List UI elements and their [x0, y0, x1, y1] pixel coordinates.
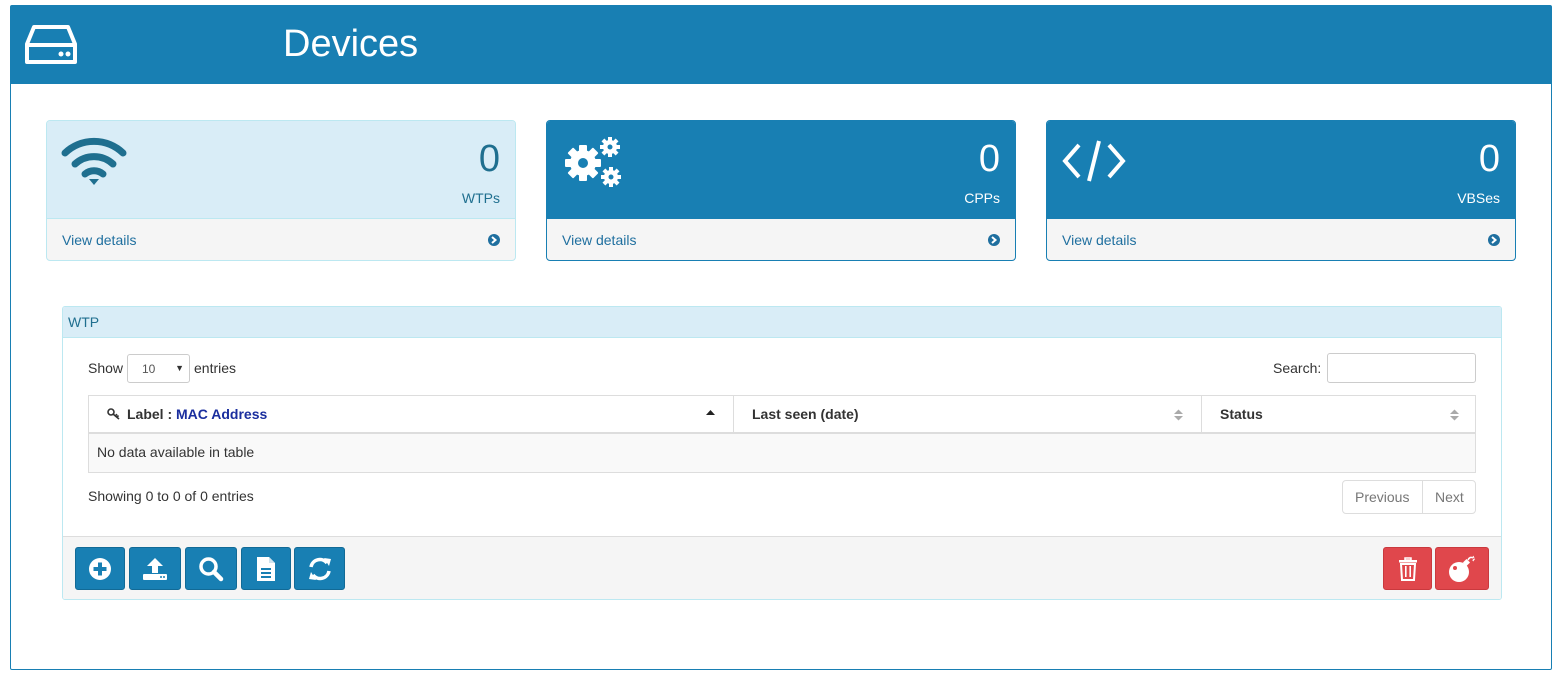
- entries-label: entries: [194, 360, 237, 376]
- upload-icon: [143, 557, 167, 580]
- page-header: Devices: [11, 6, 1551, 84]
- column-mac-text: MAC Address: [176, 406, 268, 422]
- vbses-view-details-link[interactable]: View details: [1062, 232, 1136, 248]
- cpps-label: CPPs: [964, 190, 1000, 206]
- wtps-card: 0 WTPs View details: [46, 120, 516, 261]
- vbses-count: 0: [1478, 138, 1500, 180]
- previous-page-button[interactable]: Previous: [1343, 481, 1423, 513]
- add-wtp-button[interactable]: [75, 547, 125, 590]
- entries-per-page-value: 10: [142, 362, 156, 376]
- sort-both-icon: [1450, 408, 1459, 421]
- wifi-icon: [61, 133, 127, 189]
- search-button[interactable]: [185, 547, 237, 590]
- plus-circle-icon: [89, 557, 111, 580]
- refresh-button[interactable]: [294, 547, 345, 590]
- arrow-circle-right-icon[interactable]: [1487, 233, 1501, 247]
- sort-asc-icon: [706, 408, 715, 420]
- arrow-circle-right-icon[interactable]: [487, 233, 501, 247]
- vbses-card: 0 VBSes View details: [1046, 120, 1516, 261]
- trash-icon: [1398, 556, 1417, 581]
- column-label-text: Label :: [127, 406, 177, 422]
- document-icon: [257, 556, 275, 581]
- wtps-view-details-link[interactable]: View details: [62, 232, 136, 248]
- wtp-table: Label : MAC Address Last seen (date) Sta…: [88, 395, 1476, 473]
- devices-window: Devices 0 WTPs View details 0 CPPs View …: [10, 5, 1552, 670]
- wtp-panel: WTP Show 10 ▼ entries Search: Label : MA…: [62, 306, 1502, 600]
- document-button[interactable]: [241, 547, 291, 590]
- upload-button[interactable]: [129, 547, 181, 590]
- column-label-mac[interactable]: Label : MAC Address: [89, 396, 734, 432]
- panel-toolbar: [63, 536, 1501, 599]
- delete-all-button[interactable]: [1435, 547, 1489, 590]
- pagination: Previous Next: [1342, 480, 1476, 514]
- caret-down-icon: ▼: [175, 363, 184, 373]
- table-info: Showing 0 to 0 of 0 entries: [88, 488, 254, 504]
- page-title: Devices: [283, 23, 419, 65]
- cpps-count: 0: [978, 138, 1000, 180]
- wtp-panel-title: WTP: [63, 307, 1501, 338]
- bomb-icon: [1449, 555, 1476, 582]
- column-last-seen-text: Last seen (date): [752, 406, 859, 422]
- entries-per-page-select[interactable]: 10 ▼: [127, 354, 190, 383]
- code-icon: [1061, 133, 1127, 189]
- hard-drive-icon: [25, 24, 77, 66]
- wtps-count: 0: [478, 138, 500, 180]
- gears-icon: [561, 133, 627, 189]
- search-icon: [199, 556, 224, 581]
- table-row-empty: No data available in table: [89, 434, 1475, 472]
- search-input[interactable]: [1327, 353, 1476, 383]
- cpps-view-details-link[interactable]: View details: [562, 232, 636, 248]
- arrow-circle-right-icon[interactable]: [987, 233, 1001, 247]
- sort-both-icon: [1174, 408, 1183, 421]
- key-icon: [107, 407, 121, 420]
- column-last-seen[interactable]: Last seen (date): [734, 396, 1202, 432]
- next-page-button[interactable]: Next: [1423, 481, 1475, 513]
- column-status[interactable]: Status: [1202, 396, 1477, 432]
- vbses-label: VBSes: [1457, 190, 1500, 206]
- column-status-text: Status: [1220, 406, 1263, 422]
- cpps-card: 0 CPPs View details: [546, 120, 1016, 261]
- refresh-icon: [308, 557, 331, 580]
- table-header: Label : MAC Address Last seen (date) Sta…: [89, 396, 1475, 434]
- show-label: Show: [88, 360, 124, 376]
- wtps-label: WTPs: [461, 190, 500, 206]
- delete-button[interactable]: [1383, 547, 1432, 590]
- search-label: Search:: [1273, 360, 1322, 376]
